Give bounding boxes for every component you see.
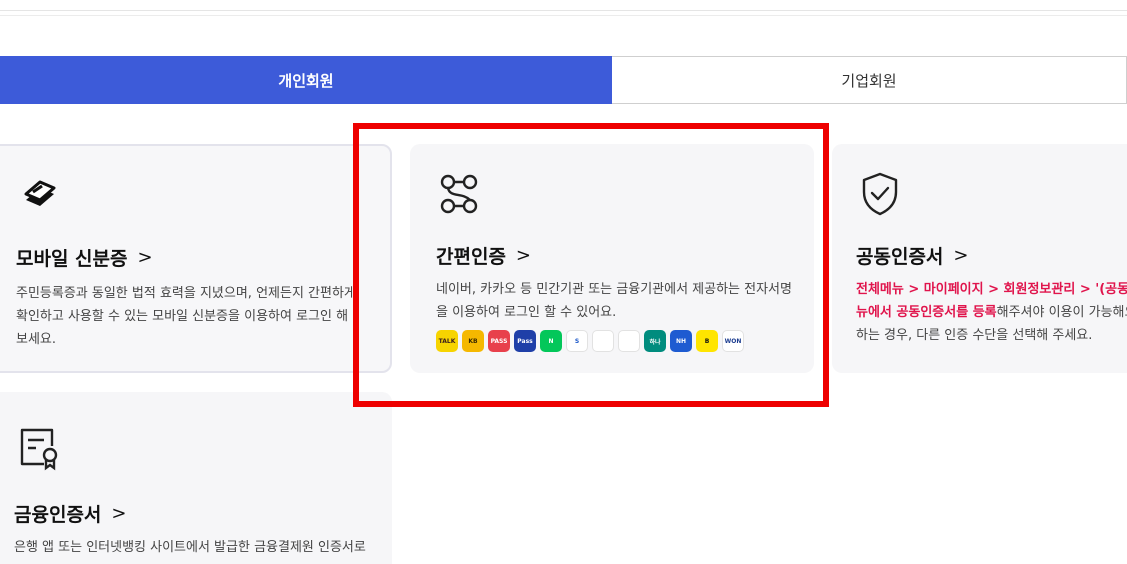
kb-logo-icon: KB [462,330,484,352]
joint-cert-desc-line2: 뉴에서 공동인증서를 등록해주셔야 이용이 가능해요 [856,301,1127,324]
joint-cert-desc-line2-rest: 해주셔야 이용이 가능해요 [996,305,1127,320]
shinhan-logo-icon: S [566,330,588,352]
mobile-id-card[interactable]: 모바일 신분증 > 주민등록증과 동일한 법적 효력을 지녔으며, 언제든지 간… [0,144,392,373]
member-type-tabs: 개인회원 기업회원 [0,56,1127,104]
joint-cert-title-text: 공동인증서 [856,246,944,268]
hana-logo-icon: 하나 [644,330,666,352]
financial-cert-desc: 은행 앱 또는 인터넷뱅킹 사이트에서 발급한 금융결제원 인증서로 [14,540,366,555]
chevron-right-icon: > [953,245,969,266]
mobile-id-title: 모바일 신분증 > [16,244,153,271]
toss-logo-icon [592,330,614,352]
tab-personal[interactable]: 개인회원 [0,56,612,104]
simple-auth-title-text: 간편인증 [436,246,506,268]
naver-logo-icon: N [540,330,562,352]
simple-auth-icon [436,170,484,218]
woori-logo-icon: WON [722,330,744,352]
mobile-id-desc: 주민등록증과 동일한 법적 효력을 지녔으며, 언제든지 간편하게 확인하고 사… [16,286,356,347]
mobile-id-icon [16,172,64,220]
chevron-right-icon: > [111,503,127,524]
joint-cert-card[interactable]: 공동인증서 > 전체메뉴 > 마이페이지 > 회원정보관리 > '(공동) 인 … [832,144,1127,373]
kbank-logo-icon: B [696,330,718,352]
pass-logo-icon: PASS [488,330,510,352]
simple-auth-desc: 네이버, 카카오 등 민간기관 또는 금융기관에서 제공하는 전자서명을 이용하… [436,282,792,320]
financial-cert-title: 금융인증서 > [14,500,127,527]
tab-business[interactable]: 기업회원 [612,56,1127,104]
mobile-id-title-text: 모바일 신분증 [16,248,128,270]
financial-cert-card[interactable]: 금융인증서 > 은행 앱 또는 인터넷뱅킹 사이트에서 발급한 금융결제원 인증… [0,392,392,564]
joint-cert-desc-line3: 하는 경우, 다른 인증 수단을 선택해 주세요. [856,328,1093,343]
shield-check-icon [856,170,904,218]
joint-cert-desc-line1: 전체메뉴 > 마이페이지 > 회원정보관리 > '(공동) 인 [856,282,1127,297]
samsung-pass-logo-icon: Pass [514,330,536,352]
banksalad-logo-icon [618,330,640,352]
joint-cert-desc-line2-red: 뉴에서 공동인증서를 등록 [856,305,997,320]
kakao-logo-icon: TALK [436,330,458,352]
chevron-right-icon: > [515,245,532,266]
certificate-icon [14,424,62,472]
simple-auth-card[interactable]: 간편인증 > 네이버, 카카오 등 민간기관 또는 금융기관에서 제공하는 전자… [410,144,814,373]
joint-cert-desc: 전체메뉴 > 마이페이지 > 회원정보관리 > '(공동) 인 뉴에서 공동인증… [856,278,1127,347]
financial-cert-title-text: 금융인증서 [14,504,102,526]
simple-auth-title: 간편인증 > [436,242,531,269]
joint-cert-title: 공동인증서 > [856,242,969,269]
chevron-right-icon: > [137,247,153,268]
top-divider-2 [0,15,1127,16]
provider-logo-list: TALK KB PASS Pass N S 하나 NH B WON [436,330,744,352]
nh-logo-icon: NH [670,330,692,352]
top-divider [0,10,1127,11]
